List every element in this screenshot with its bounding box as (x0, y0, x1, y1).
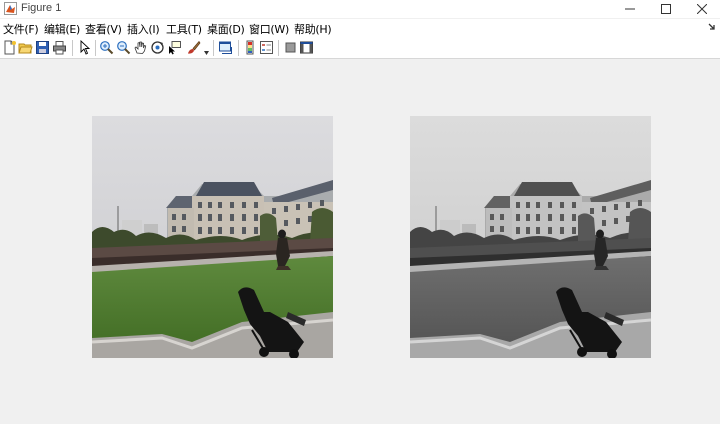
edit-plot-icon[interactable] (77, 40, 92, 55)
brush-icon[interactable] (186, 40, 201, 55)
menu-help[interactable]: 帮助(H) (294, 21, 332, 37)
menu-window[interactable]: 窗口(W) (249, 21, 289, 37)
minimize-icon (625, 8, 635, 10)
figure-canvas (0, 59, 720, 424)
close-icon (697, 4, 707, 14)
menu-edit[interactable]: 编辑(E) (44, 21, 80, 37)
rotate-3d-icon[interactable] (150, 40, 165, 55)
zoom-out-icon[interactable] (116, 40, 131, 55)
minimize-button[interactable] (612, 0, 648, 18)
brush-dropdown-icon[interactable] (204, 45, 209, 55)
insert-colorbar-icon[interactable] (243, 40, 258, 55)
print-icon[interactable] (52, 40, 67, 55)
figure-toolbar (0, 37, 720, 59)
grayscale-image[interactable] (410, 116, 651, 358)
pan-icon[interactable] (133, 40, 148, 55)
zoom-in-icon[interactable] (99, 40, 114, 55)
original-image[interactable] (92, 116, 333, 358)
menu-tools[interactable]: 工具(T) (166, 21, 202, 37)
menu-desktop[interactable]: 桌面(D) (207, 21, 245, 37)
link-plot-icon[interactable] (218, 40, 233, 55)
toolbar-separator (278, 40, 279, 56)
show-plot-tools-icon[interactable] (299, 40, 314, 55)
save-icon[interactable] (35, 40, 50, 55)
open-file-icon[interactable] (18, 40, 33, 55)
maximize-icon (661, 4, 671, 14)
maximize-button[interactable] (648, 0, 684, 18)
title-bar: Figure 1 (0, 0, 720, 18)
data-cursor-icon[interactable] (167, 40, 182, 55)
close-button[interactable] (684, 0, 720, 18)
menu-file[interactable]: 文件(F) (3, 21, 39, 37)
matlab-icon (4, 2, 17, 15)
toolbar-separator (238, 40, 239, 56)
hide-plot-tools-icon[interactable] (283, 40, 298, 55)
menu-bar: 文件(F) 编辑(E) 查看(V) 插入(I) 工具(T) 桌面(D) 窗口(W… (0, 19, 720, 37)
toolbar-separator (72, 40, 73, 56)
new-figure-icon[interactable] (2, 40, 17, 55)
toolbar-separator (213, 40, 214, 56)
menu-insert[interactable]: 插入(I) (127, 21, 160, 37)
insert-legend-icon[interactable] (259, 40, 274, 55)
menu-view[interactable]: 查看(V) (85, 21, 122, 37)
toolbar-separator (95, 40, 96, 56)
window-title: Figure 1 (21, 2, 62, 14)
dock-figure-icon[interactable] (707, 22, 717, 32)
